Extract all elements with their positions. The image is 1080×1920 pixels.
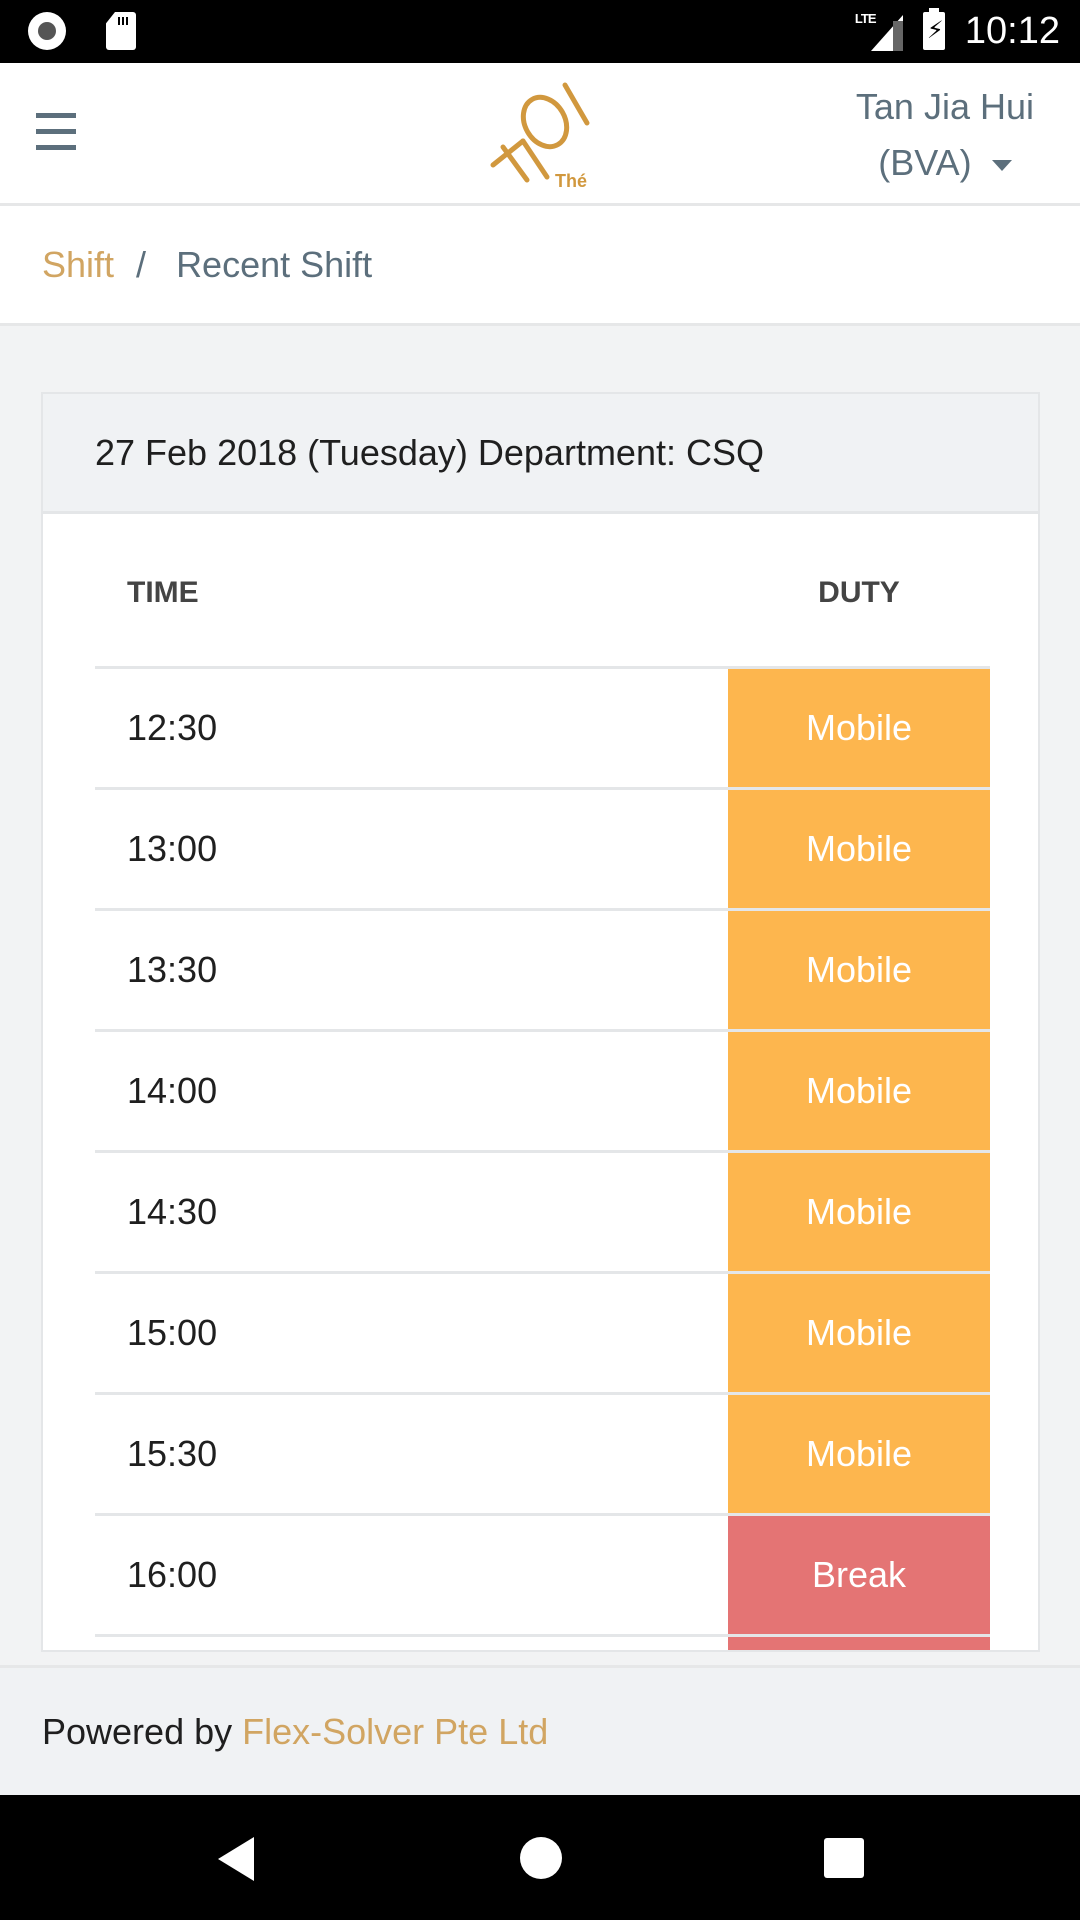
table-row: 15:00 Mobile (95, 1274, 990, 1395)
android-nav-bar (0, 1795, 1080, 1920)
caret-down-icon (991, 159, 1012, 171)
table-header: TIME DUTY (95, 519, 990, 669)
cell-time: 13:30 (127, 949, 218, 990)
footer-company-link[interactable]: Flex-Solver Pte Ltd (242, 1711, 548, 1753)
table-row: 15:30 Mobile (95, 1395, 990, 1516)
breadcrumb-shift-link[interactable]: Shift (42, 244, 114, 286)
screen-record-icon (28, 12, 66, 50)
footer-powered-by: Powered by (42, 1710, 233, 1752)
table-row: 13:00 Mobile (95, 790, 990, 911)
shift-card-title: 27 Feb 2018 (Tuesday) Department: CSQ (43, 394, 1038, 514)
cell-duty: Mobile (728, 669, 990, 787)
cell-duty (728, 1637, 990, 1650)
app-header: Thé Tan Jia Hui (BVA) (0, 63, 1080, 206)
shift-table: TIME DUTY 12:30 Mobile 13:00 Mobile 13:30 Mob… (95, 519, 990, 1650)
lte-signal-icon: LTE (855, 11, 903, 51)
cell-duty: Break (728, 1516, 990, 1634)
breadcrumb: Shift / Recent Shift (0, 206, 1080, 326)
back-icon[interactable] (218, 1837, 254, 1881)
cell-time: 15:30 (127, 1433, 218, 1474)
hamburger-icon[interactable] (36, 113, 76, 153)
column-header-time: TIME (127, 575, 199, 609)
table-row: 13:30 Mobile (95, 911, 990, 1032)
breadcrumb-current: Recent Shift (176, 243, 373, 285)
cell-time: 13:00 (127, 828, 218, 869)
user-menu-dropdown[interactable]: Tan Jia Hui (BVA) (856, 79, 1034, 191)
cell-time: 15:00 (127, 1312, 218, 1353)
recent-apps-icon[interactable] (824, 1838, 864, 1878)
breadcrumb-separator: / (136, 243, 147, 285)
cell-time (95, 1637, 728, 1650)
cell-time: 12:30 (127, 707, 218, 748)
cell-duty: Mobile (728, 1274, 990, 1392)
cell-time: 14:30 (127, 1191, 218, 1232)
cell-duty: Mobile (728, 911, 990, 1029)
table-row: 16:00 Break (95, 1516, 990, 1637)
cell-duty: Mobile (728, 1153, 990, 1271)
table-row: 14:00 Mobile (95, 1032, 990, 1153)
cell-duty: Mobile (728, 790, 990, 908)
footer: Powered by Flex-Solver Pte Ltd (0, 1665, 1080, 1795)
user-code: (BVA) (878, 142, 972, 183)
svg-text:Thé: Thé (555, 171, 587, 191)
table-row: 14:30 Mobile (95, 1153, 990, 1274)
home-icon[interactable] (520, 1837, 562, 1879)
battery-charging-icon: ⚡ (922, 8, 945, 50)
cell-duty: Mobile (728, 1395, 990, 1513)
column-header-duty: DUTY (818, 575, 900, 609)
table-row (95, 1637, 990, 1650)
status-bar: LTE ⚡ 10:12 (0, 0, 1080, 63)
cell-time: 14:00 (127, 1070, 218, 1111)
status-time: 10:12 (964, 9, 1060, 52)
shift-card: 27 Feb 2018 (Tuesday) Department: CSQ TI… (41, 392, 1040, 1652)
sd-card-icon (106, 12, 136, 50)
table-row: 12:30 Mobile (95, 669, 990, 790)
user-name: Tan Jia Hui (855, 86, 1034, 127)
cell-time: 16:00 (127, 1554, 218, 1595)
koi-the-logo[interactable]: Thé (485, 77, 605, 192)
cell-duty: Mobile (728, 1032, 990, 1150)
